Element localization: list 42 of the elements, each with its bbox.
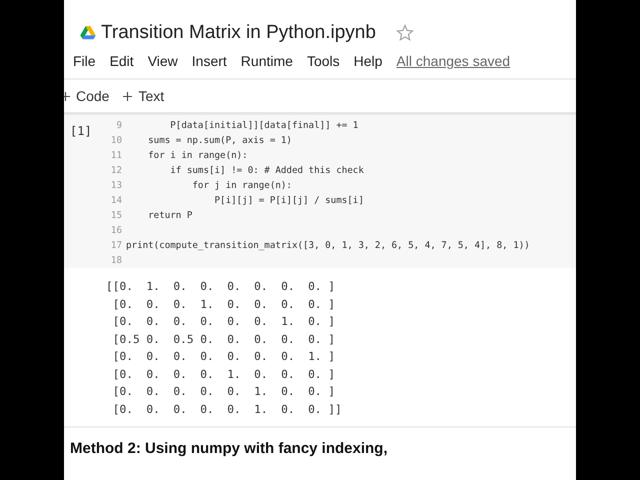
output-line: [0. 0. 0. 0. 0. 1. 0. 0. ]] bbox=[112, 402, 343, 418]
line-number: 14 bbox=[110, 194, 122, 208]
line-number: 13 bbox=[110, 179, 122, 193]
output-line: [0. 0. 0. 0. 0. 0. 1. 0. ] bbox=[112, 314, 336, 330]
plus-icon bbox=[123, 92, 132, 100]
line-number: 17 bbox=[110, 239, 122, 253]
output-line: [0.5 0. 0.5 0. 0. 0. 0. 0. ] bbox=[112, 332, 336, 348]
menu-item[interactable]: Tools bbox=[306, 53, 340, 69]
menu-item[interactable]: Insert bbox=[192, 53, 227, 69]
output-line: [[0. 1. 0. 0. 0. 0. 0. 0. ] bbox=[106, 279, 336, 295]
code-line: if sums[i] != 0: # Added this check bbox=[169, 164, 364, 178]
code-line: for i in range(n): bbox=[147, 149, 248, 163]
line-number: 10 bbox=[110, 134, 122, 148]
line-number: 18 bbox=[110, 254, 122, 268]
section-heading: Method 2: Using numpy with fancy indexing, bbox=[70, 440, 388, 457]
code-line: sums = np.sum(P, axis = 1) bbox=[147, 134, 292, 148]
line-number: 16 bbox=[110, 224, 122, 238]
menu-item[interactable]: Help bbox=[354, 53, 382, 69]
code-line: print(compute_transition_matrix([3, 0, 1, 3, 2, 6, 5, 4, 7, 5, 4], 8, 1)) bbox=[126, 239, 530, 253]
menu-item[interactable]: View bbox=[148, 53, 178, 69]
execution-count: [1] bbox=[69, 123, 93, 140]
menu-item[interactable]: Runtime bbox=[240, 53, 293, 69]
save-status-link[interactable]: All changes saved bbox=[396, 53, 510, 69]
line-number: 12 bbox=[110, 164, 122, 178]
output-line: [0. 0. 0. 0. 0. 1. 0. 0. ] bbox=[112, 384, 336, 400]
star-icon[interactable] bbox=[396, 24, 414, 42]
menu-item[interactable]: Edit bbox=[110, 53, 134, 69]
output-line: [0. 0. 0. 0. 1. 0. 0. 0. ] bbox=[112, 366, 336, 382]
code-line: for j in range(n): bbox=[191, 179, 292, 193]
output-line: [0. 0. 0. 1. 0. 0. 0. 0. ] bbox=[112, 296, 336, 312]
code-line: P[i][j] = P[i][j] / sums[i] bbox=[214, 194, 364, 208]
drive-logo-icon bbox=[80, 26, 96, 40]
code-line: return P bbox=[147, 209, 192, 223]
line-number: 11 bbox=[110, 149, 122, 163]
add-cell-button[interactable]: Text bbox=[123, 88, 172, 104]
code-line: P[data[initial]][data[final]] += 1 bbox=[169, 119, 358, 133]
notebook-title[interactable]: Transition Matrix in Python.ipynb bbox=[101, 22, 376, 44]
menu-item[interactable]: File bbox=[73, 53, 96, 69]
line-number: 15 bbox=[110, 209, 122, 223]
line-number: 9 bbox=[115, 119, 122, 133]
output-line: [0. 0. 0. 0. 0. 0. 0. 1. ] bbox=[112, 349, 336, 365]
add-cell-button[interactable]: Code bbox=[64, 88, 118, 104]
